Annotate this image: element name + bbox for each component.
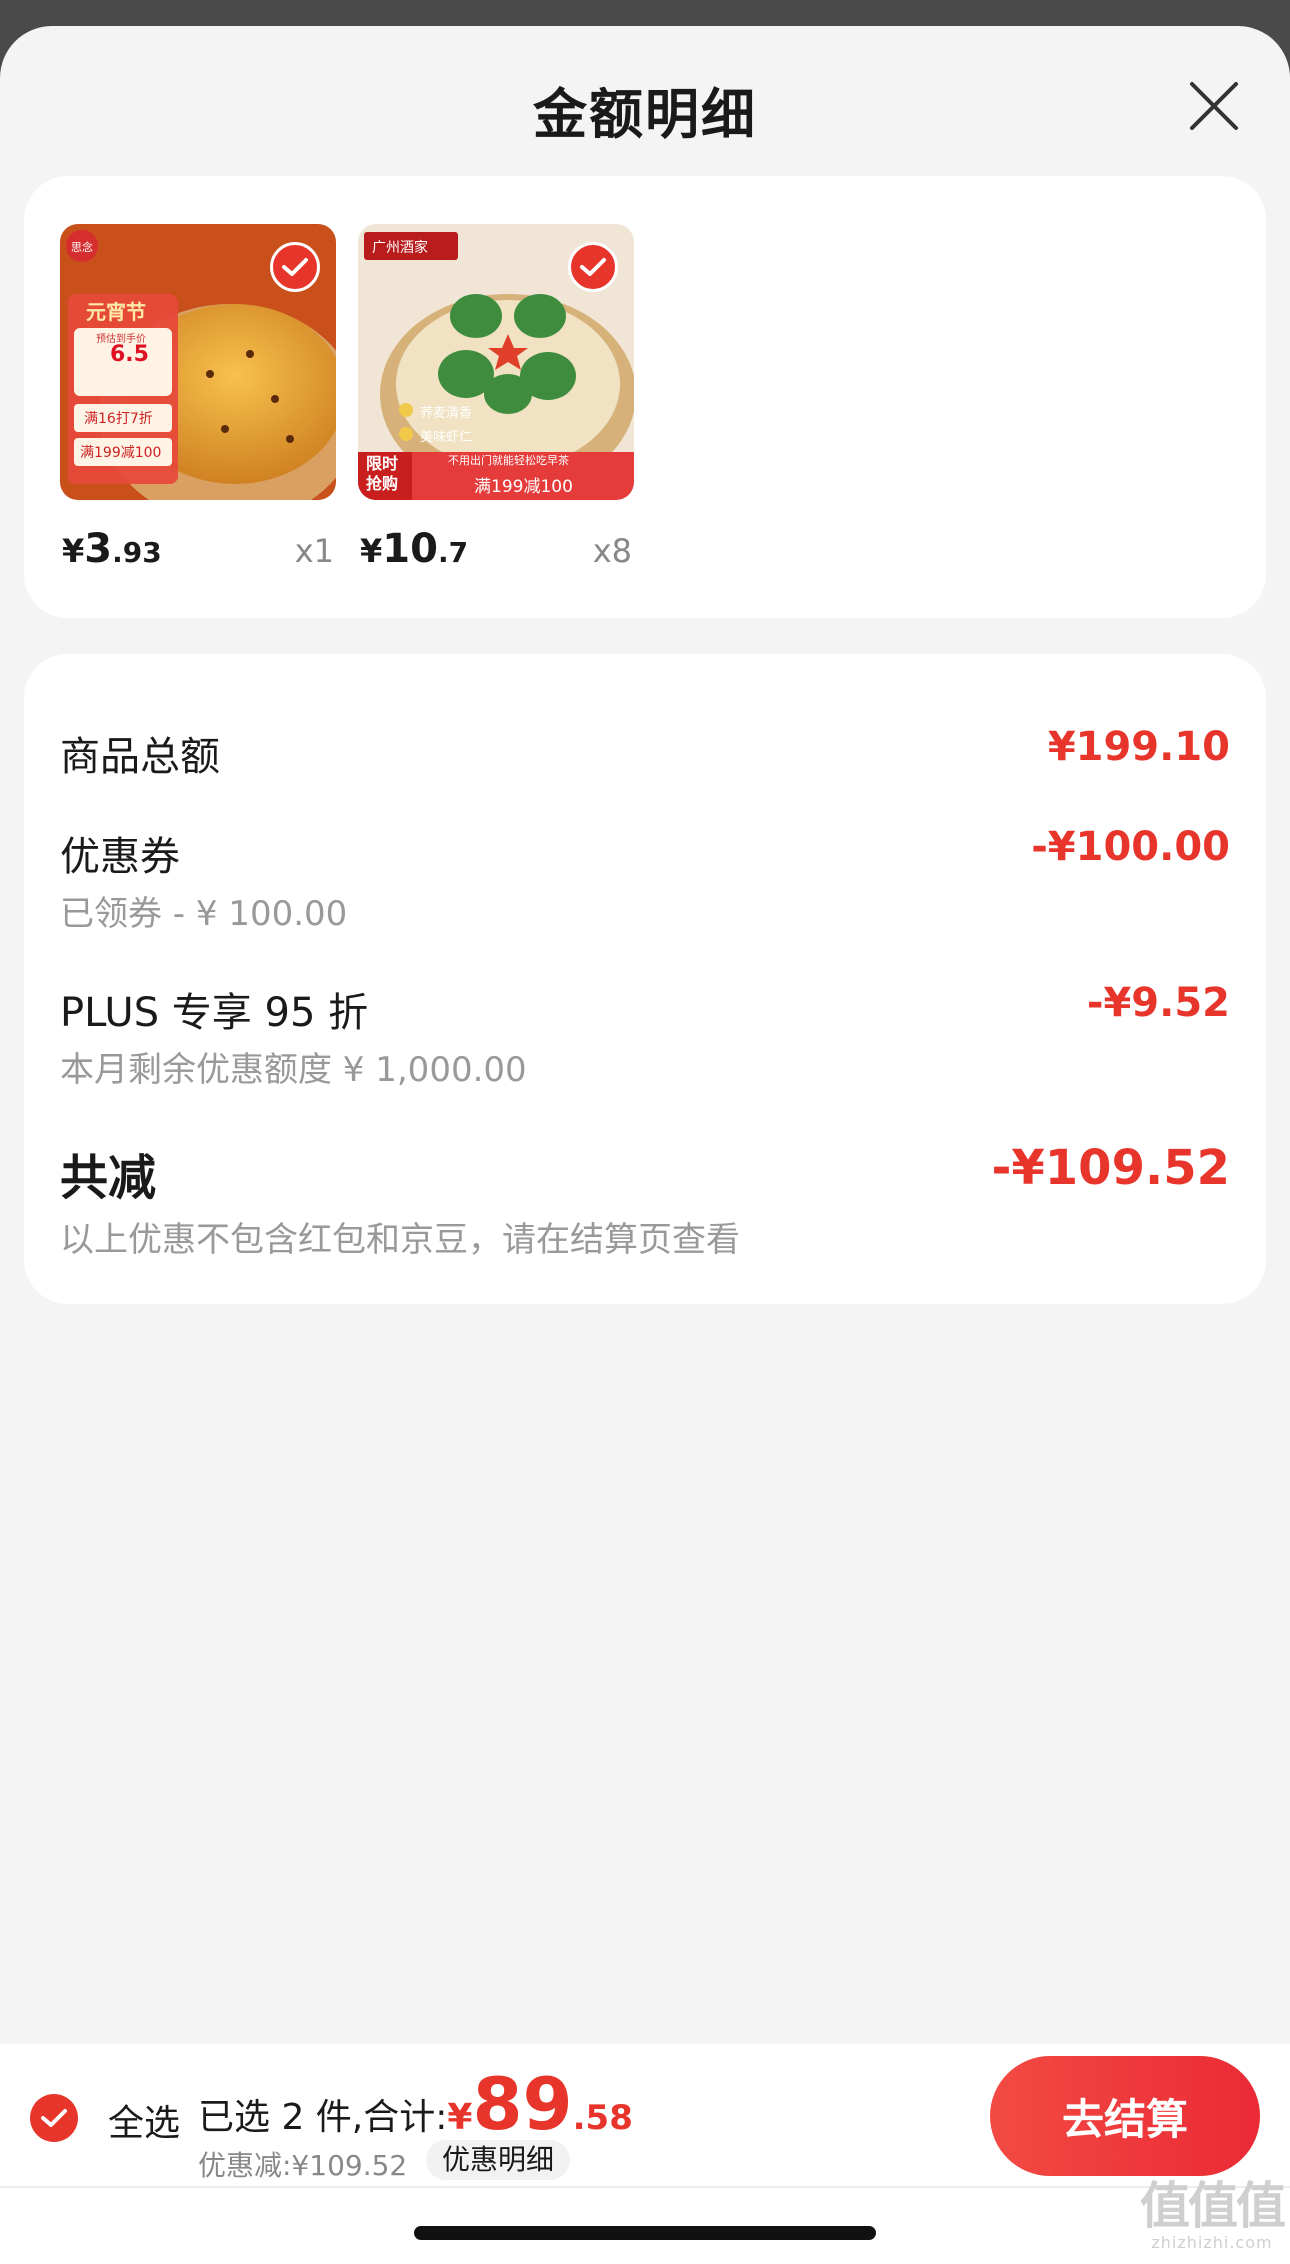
plus-discount-sub: 本月剩余优惠额度 ¥ 1,000.00 [60, 1050, 527, 1090]
banner-small-text: 不用出门就能轻松吃早茶 [448, 454, 569, 467]
home-indicator [414, 2226, 876, 2240]
discount-text: 优惠减:¥109.52 [198, 2149, 408, 2182]
total-reduction-label: 共减 [60, 1150, 157, 1206]
sum-currency: ¥ [447, 2097, 473, 2138]
sheet-title: 金额明细 [533, 83, 757, 146]
brand-logo-text: 思念 [71, 241, 93, 254]
select-all-checkbox[interactable] [30, 2094, 78, 2142]
promo-line2: 满199减100 [80, 445, 162, 461]
product-quantity: x8 [592, 532, 632, 570]
plus-discount-label: PLUS 专享 95 折 [60, 990, 369, 1036]
close-icon[interactable] [1184, 76, 1244, 136]
amount-detail-card: 商品总额 ¥199.10 优惠券 -¥100.00 已领券 - ¥ 100.00… [24, 654, 1266, 1304]
brand-logo-text: 广州酒家 [372, 240, 428, 256]
products-card: 思念 元宵节 预估到手价 6.5 满16打7折 满199减100 ¥3.93 x… [24, 176, 1266, 618]
watermark: 值值值 zhizhizhi.com [1140, 2177, 1286, 2252]
item-checked-icon[interactable] [568, 242, 618, 292]
coupon-sub: 已领券 - ¥ 100.00 [60, 894, 348, 934]
plus-discount-value: -¥9.52 [1086, 980, 1230, 1026]
product-price: ¥3.93 [62, 526, 162, 572]
bottom-divider [0, 2186, 1290, 2188]
total-reduction-note: 以上优惠不包含红包和京豆，请在结算页查看 [60, 1220, 740, 1260]
goods-total-value: ¥199.10 [1047, 724, 1230, 770]
total-reduction-value: -¥109.52 [991, 1140, 1230, 1196]
promo-price-text: 6.5 [110, 342, 149, 367]
selected-count-text: 已选 2 件,合计: [198, 2097, 448, 2138]
amount-detail-sheet: 金额明细 思念 元宵节 预估到手价 6.5 满16打7折 满199减100 ¥3… [0, 26, 1290, 2264]
order-summary: 已选 2 件,合计:¥89.58 [198, 2062, 633, 2146]
coupon-value: -¥100.00 [1031, 824, 1230, 870]
select-all-label[interactable]: 全选 [108, 2094, 180, 2146]
coupon-label: 优惠券 [60, 834, 180, 880]
flash-sale-tag: 限时抢购 [366, 454, 399, 493]
product-item[interactable]: 广州酒家 荞麦清香 美味虾仁 限时抢购 不用出门就能轻松吃早茶 满199减100… [358, 224, 634, 582]
goods-total-label: 商品总额 [60, 734, 220, 780]
watermark-domain: zhizhizhi.com [1151, 2233, 1273, 2252]
discount-detail-button[interactable]: 优惠明细 [426, 2140, 571, 2180]
sum-integer: 89 [472, 2062, 573, 2146]
festival-text: 元宵节 [86, 300, 146, 324]
product-quantity: x1 [294, 532, 334, 570]
item-checked-icon[interactable] [270, 242, 320, 292]
promo-line1: 满16打7折 [84, 411, 153, 427]
checkout-button[interactable]: 去结算 [990, 2056, 1260, 2176]
product-image[interactable]: 思念 元宵节 预估到手价 6.5 满16打7折 满199减100 [60, 224, 336, 500]
feature-text-2: 美味虾仁 [420, 430, 473, 445]
product-price: ¥10.7 [360, 526, 469, 572]
watermark-logo: 值值值 [1140, 2177, 1286, 2235]
product-image[interactable]: 广州酒家 荞麦清香 美味虾仁 限时抢购 不用出门就能轻松吃早茶 满199减100 [358, 224, 634, 500]
banner-text: 满199减100 [474, 477, 573, 497]
feature-text-1: 荞麦清香 [420, 406, 473, 421]
sum-decimal: .58 [572, 2098, 633, 2138]
product-item[interactable]: 思念 元宵节 预估到手价 6.5 满16打7折 满199减100 ¥3.93 x… [60, 224, 336, 582]
